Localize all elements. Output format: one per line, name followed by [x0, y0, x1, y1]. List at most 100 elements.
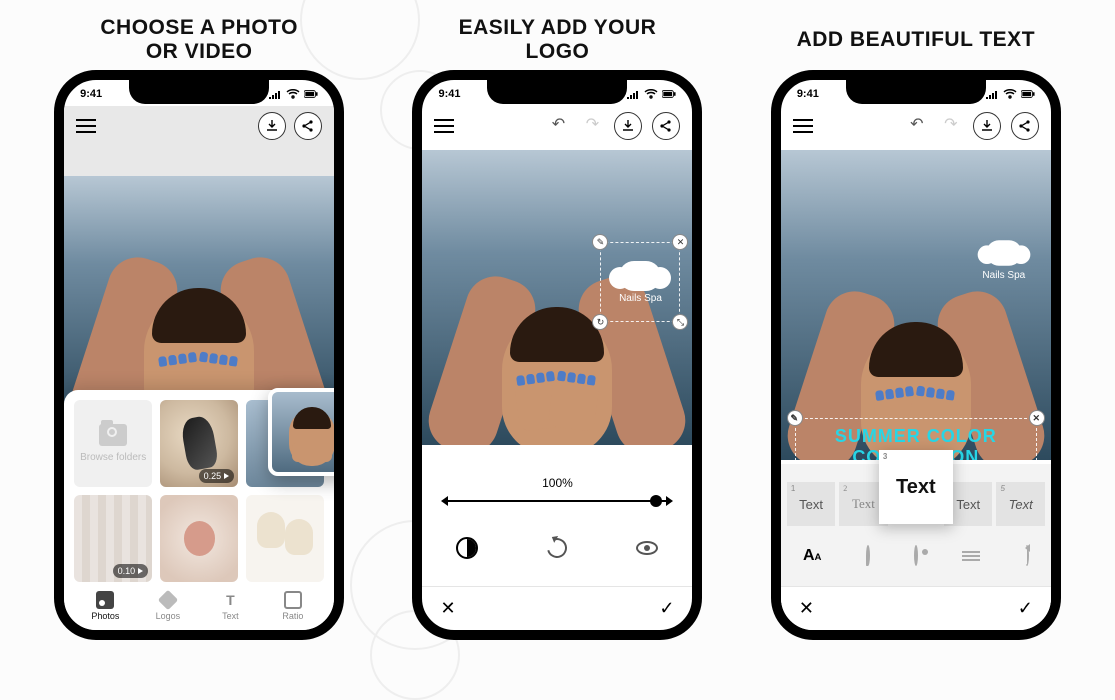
undo-button[interactable]: ↶ [546, 112, 570, 136]
logo-label: Nails Spa [619, 293, 662, 304]
phone-mockup-3: 9:41 ↶ ↷ [771, 70, 1061, 640]
photo-canvas[interactable]: ✎ ✕ ↻ ⤡ Nails Spa [422, 150, 692, 445]
confirm-bar: ✕ ✓ [422, 586, 692, 630]
hamburger-menu-icon[interactable] [76, 119, 96, 133]
browse-folders-tile[interactable]: Browse folders [74, 400, 152, 487]
headline-logo: EASILY ADD YOUR LOGO [459, 10, 657, 70]
photo-canvas[interactable] [64, 146, 334, 426]
app-topbar: ↶ ↷ [422, 106, 692, 146]
signal-icon [985, 89, 999, 99]
app-topbar [64, 106, 334, 146]
app-topbar: ↶ ↷ [781, 106, 1051, 146]
tool-visibility[interactable] [914, 547, 918, 565]
edit-tool-row [422, 510, 692, 586]
media-tile-photo-3[interactable] [246, 495, 324, 582]
undo-button[interactable]: ↶ [905, 112, 929, 136]
status-time: 9:41 [80, 88, 102, 100]
tab-text[interactable]: T Text [199, 582, 262, 630]
status-time: 9:41 [797, 88, 819, 100]
eye-icon [636, 541, 658, 555]
download-button[interactable] [973, 112, 1001, 140]
logo-overlay[interactable]: Nails Spa [971, 238, 1037, 281]
tool-rotate[interactable] [1025, 547, 1029, 565]
download-button[interactable] [614, 112, 642, 140]
logo-graphic [619, 261, 661, 291]
tool-opacity[interactable] [450, 531, 484, 565]
tab-logos[interactable]: Logos [137, 582, 200, 630]
ratio-icon [284, 591, 302, 609]
hamburger-menu-icon[interactable] [793, 119, 813, 133]
confirm-button[interactable]: ✓ [659, 598, 674, 619]
download-icon [621, 119, 635, 133]
logo-overlay-selection[interactable]: ✎ ✕ ↻ ⤡ Nails Spa [600, 242, 680, 322]
tab-photos[interactable]: Photos [74, 582, 137, 630]
column-add-logo: EASILY ADD YOUR LOGO 9:41 ↶ ↷ [412, 10, 702, 640]
redo-button[interactable]: ↷ [939, 112, 963, 136]
tool-font[interactable]: AA [803, 547, 822, 565]
delete-handle-icon[interactable]: ✕ [672, 234, 688, 250]
opacity-value-label: 100% [444, 476, 670, 490]
share-button[interactable] [652, 112, 680, 140]
text-editor-panel: 1Text 2Text 4Text 5Text 3Text AA ✕ ✓ [781, 464, 1051, 630]
status-indicators [985, 89, 1035, 99]
battery-icon [662, 89, 676, 99]
picker-bottom-tabs: Photos Logos T Text Ratio [74, 582, 324, 630]
download-icon [265, 119, 279, 133]
phone-mockup-2: 9:41 ↶ ↷ [412, 70, 702, 640]
font-option-5[interactable]: 5Text [996, 482, 1044, 526]
folder-search-icon [99, 424, 127, 446]
edit-handle-icon[interactable]: ✎ [592, 234, 608, 250]
photos-icon [96, 591, 114, 609]
media-tile-video-1[interactable]: 0.25 [160, 400, 238, 487]
column-add-text: ADD BEAUTIFUL TEXT 9:41 ↶ ↷ [771, 10, 1061, 640]
share-button[interactable] [1011, 112, 1039, 140]
phone-mockup-1: 9:41 [54, 70, 344, 640]
browse-folders-label: Browse folders [80, 452, 146, 463]
opacity-slider[interactable] [444, 500, 670, 502]
opacity-icon [456, 537, 478, 559]
confirm-button[interactable]: ✓ [1018, 598, 1033, 619]
battery-icon [304, 89, 318, 99]
tab-ratio[interactable]: Ratio [262, 582, 325, 630]
selected-preview-thumbnail[interactable] [268, 388, 344, 476]
download-icon [980, 119, 994, 133]
edit-handle-icon[interactable]: ✎ [787, 410, 803, 426]
media-tile-video-2[interactable]: 0.10 [74, 495, 152, 582]
wifi-icon [644, 89, 658, 99]
cancel-button[interactable]: ✕ [799, 598, 814, 619]
phone-notch [487, 78, 627, 104]
font-option-selected[interactable]: 3Text [879, 450, 953, 524]
wifi-icon [1003, 89, 1017, 99]
duration-badge: 0.10 [113, 564, 149, 578]
wifi-icon [286, 89, 300, 99]
tool-visibility[interactable] [630, 531, 664, 565]
delete-handle-icon[interactable]: ✕ [1029, 410, 1045, 426]
share-icon [1018, 119, 1032, 133]
headline-choose: CHOOSE A PHOTO OR VIDEO [100, 10, 298, 70]
palette-icon [866, 545, 870, 566]
text-tool-row: AA [781, 526, 1051, 586]
scale-handle-icon[interactable]: ⤡ [672, 314, 688, 330]
rotate-icon [544, 534, 571, 561]
logo-label: Nails Spa [982, 270, 1025, 281]
phone-notch [129, 78, 269, 104]
font-option-1[interactable]: 1Text [787, 482, 835, 526]
play-icon [224, 473, 229, 479]
tool-color[interactable] [866, 547, 870, 565]
photo-canvas[interactable]: Nails Spa ✎ ✕ ↻ ⤡ SUMMER COLOR COLLECTIO… [781, 150, 1051, 460]
redo-button[interactable]: ↷ [580, 112, 604, 136]
share-icon [301, 119, 315, 133]
media-tile-photo-2[interactable] [160, 495, 238, 582]
signal-icon [626, 89, 640, 99]
cancel-button[interactable]: ✕ [440, 598, 455, 619]
slider-knob[interactable] [650, 495, 662, 507]
tool-line-spacing[interactable] [962, 551, 980, 561]
logos-icon [158, 590, 178, 610]
confirm-bar: ✕ ✓ [781, 586, 1051, 630]
download-button[interactable] [258, 112, 286, 140]
rotate-icon [1025, 545, 1029, 566]
share-button[interactable] [294, 112, 322, 140]
tab-logos-label: Logos [156, 611, 181, 621]
tool-rotate[interactable] [540, 531, 574, 565]
hamburger-menu-icon[interactable] [434, 119, 454, 133]
